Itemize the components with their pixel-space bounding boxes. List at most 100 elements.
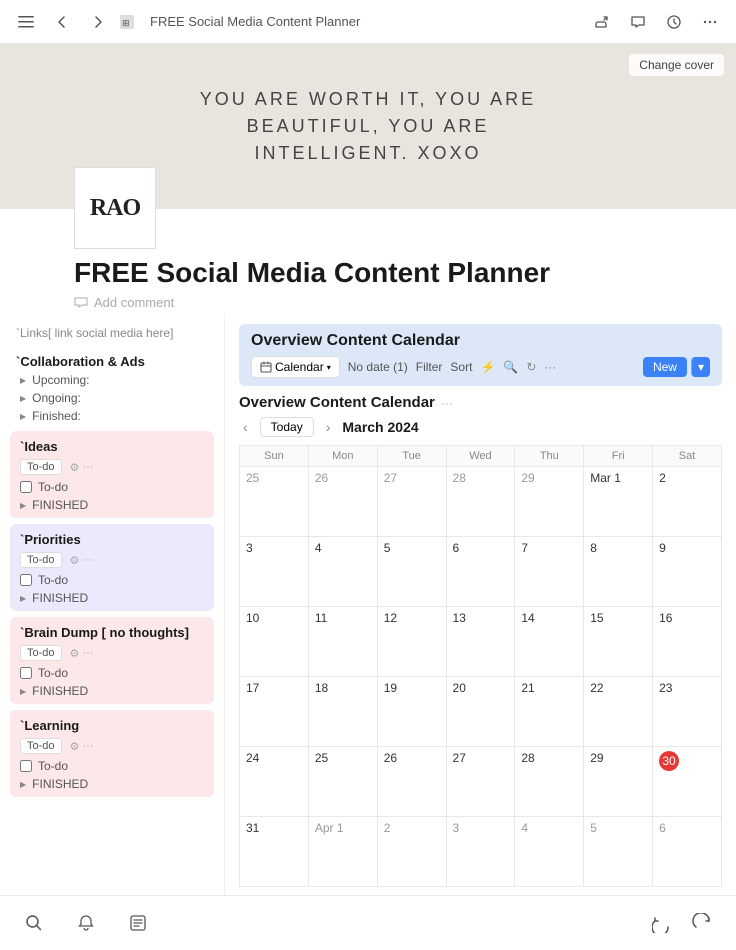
cal-cell[interactable]: 3: [240, 537, 309, 607]
cal-cell[interactable]: 25: [240, 467, 309, 537]
cal-cell[interactable]: 7: [515, 537, 584, 607]
forward-button[interactable]: [84, 8, 112, 36]
cal-cell[interactable]: 10: [240, 607, 309, 677]
cal-cell[interactable]: 5: [584, 817, 653, 887]
ongoing-toggle[interactable]: ▶Ongoing:: [10, 389, 214, 407]
sort-label[interactable]: Sort: [450, 360, 472, 374]
braindump-finished-toggle[interactable]: ▶ FINISHED: [10, 682, 214, 700]
cal-cell[interactable]: 18: [308, 677, 377, 747]
day-tue: Tue: [377, 446, 446, 467]
cal-cell[interactable]: 26: [308, 467, 377, 537]
ideas-checkbox[interactable]: [20, 481, 32, 493]
cal-cell[interactable]: 17: [240, 677, 309, 747]
sync-icon[interactable]: ↻: [526, 360, 536, 374]
learning-checkbox[interactable]: [20, 760, 32, 772]
cal-cell[interactable]: 4: [515, 817, 584, 887]
cal-cell[interactable]: 8: [584, 537, 653, 607]
learning-finished-toggle[interactable]: ▶ FINISHED: [10, 775, 214, 793]
day-mon: Mon: [308, 446, 377, 467]
braindump-todo-button[interactable]: To-do: [20, 645, 62, 661]
change-cover-button[interactable]: Change cover: [629, 54, 724, 76]
cal-cell[interactable]: 19: [377, 677, 446, 747]
back-button[interactable]: [48, 8, 76, 36]
calendar-options-icon[interactable]: ···: [441, 396, 453, 410]
undo-bottom-icon[interactable]: [648, 909, 676, 937]
more-icon[interactable]: [696, 8, 724, 36]
ideas-finished-label: FINISHED: [32, 498, 88, 512]
cal-cell[interactable]: 23: [653, 677, 722, 747]
ongoing-label: Ongoing:: [32, 391, 81, 405]
calendar-body: 25 26 27 28 29 Mar 1 2 3 4 5 6 7 8: [240, 467, 722, 887]
today-button[interactable]: Today: [260, 417, 314, 437]
braindump-checkbox[interactable]: [20, 667, 32, 679]
cal-cell[interactable]: 20: [446, 677, 515, 747]
cal-cell[interactable]: 25: [308, 747, 377, 817]
more-small-icon: ···: [82, 647, 93, 660]
bell-bottom-icon[interactable]: [72, 909, 100, 937]
calendar-view-button[interactable]: Calendar ▾: [251, 356, 340, 378]
calendar-nav: ‹ Today › March 2024: [239, 417, 722, 437]
priorities-checkbox-row: To-do: [10, 571, 214, 589]
day-number: 26: [315, 471, 371, 485]
cal-cell[interactable]: 14: [515, 607, 584, 677]
cal-cell[interactable]: 2: [653, 467, 722, 537]
cal-cell[interactable]: 6: [653, 817, 722, 887]
arrow-icon: ▶: [20, 780, 26, 789]
cal-cell[interactable]: Mar 1: [584, 467, 653, 537]
cal-cell[interactable]: 16: [653, 607, 722, 677]
cal-cell[interactable]: 9: [653, 537, 722, 607]
cal-cell[interactable]: 27: [377, 467, 446, 537]
week-row: 31 Apr 1 2 3 4 5 6: [240, 817, 722, 887]
cal-cell[interactable]: 22: [584, 677, 653, 747]
next-month-button[interactable]: ›: [322, 417, 335, 437]
search-bottom-icon[interactable]: [20, 909, 48, 937]
filter-label[interactable]: Filter: [416, 360, 443, 374]
clock-icon[interactable]: [660, 8, 688, 36]
ideas-todo-button[interactable]: To-do: [20, 459, 62, 475]
share-icon[interactable]: [588, 8, 616, 36]
links-label[interactable]: `Links[ link social media here]: [10, 322, 214, 344]
cal-cell[interactable]: 15: [584, 607, 653, 677]
more-cal-icon[interactable]: ···: [544, 360, 556, 374]
collab-label: `Collaboration & Ads: [10, 350, 214, 371]
cal-cell[interactable]: 28: [515, 747, 584, 817]
cal-cell[interactable]: 6: [446, 537, 515, 607]
new-dropdown-button[interactable]: ▾: [691, 357, 710, 377]
cal-cell[interactable]: 29: [584, 747, 653, 817]
priorities-finished-toggle[interactable]: ▶ FINISHED: [10, 589, 214, 607]
learning-label: `Learning: [10, 714, 214, 735]
learning-todo-button[interactable]: To-do: [20, 738, 62, 754]
cal-cell-today[interactable]: 30: [653, 747, 722, 817]
day-number: 29: [521, 471, 577, 485]
day-number: 21: [521, 681, 577, 695]
day-number: 12: [384, 611, 440, 625]
finished-toggle[interactable]: ▶Finished:: [10, 407, 214, 425]
cal-cell[interactable]: 21: [515, 677, 584, 747]
priorities-checkbox[interactable]: [20, 574, 32, 586]
cal-cell[interactable]: 27: [446, 747, 515, 817]
cal-cell[interactable]: 13: [446, 607, 515, 677]
cal-cell[interactable]: 2: [377, 817, 446, 887]
cal-cell[interactable]: 28: [446, 467, 515, 537]
comment-icon[interactable]: [624, 8, 652, 36]
edit-bottom-icon[interactable]: [124, 909, 152, 937]
menu-icon[interactable]: [12, 8, 40, 36]
cal-cell[interactable]: 4: [308, 537, 377, 607]
ideas-finished-toggle[interactable]: ▶ FINISHED: [10, 496, 214, 514]
cal-cell[interactable]: 29: [515, 467, 584, 537]
prev-month-button[interactable]: ‹: [239, 417, 252, 437]
cal-cell[interactable]: 26: [377, 747, 446, 817]
cal-cell[interactable]: 11: [308, 607, 377, 677]
cal-cell[interactable]: 5: [377, 537, 446, 607]
comment-area[interactable]: Add comment: [74, 295, 662, 310]
redo-bottom-icon[interactable]: [688, 909, 716, 937]
new-button[interactable]: New: [643, 357, 687, 377]
cal-cell[interactable]: 3: [446, 817, 515, 887]
cal-cell[interactable]: Apr 1: [308, 817, 377, 887]
priorities-todo-button[interactable]: To-do: [20, 552, 62, 568]
search-icon[interactable]: 🔍: [503, 360, 518, 374]
cal-cell[interactable]: 31: [240, 817, 309, 887]
cal-cell[interactable]: 24: [240, 747, 309, 817]
upcoming-toggle[interactable]: ▶Upcoming:: [10, 371, 214, 389]
cal-cell[interactable]: 12: [377, 607, 446, 677]
